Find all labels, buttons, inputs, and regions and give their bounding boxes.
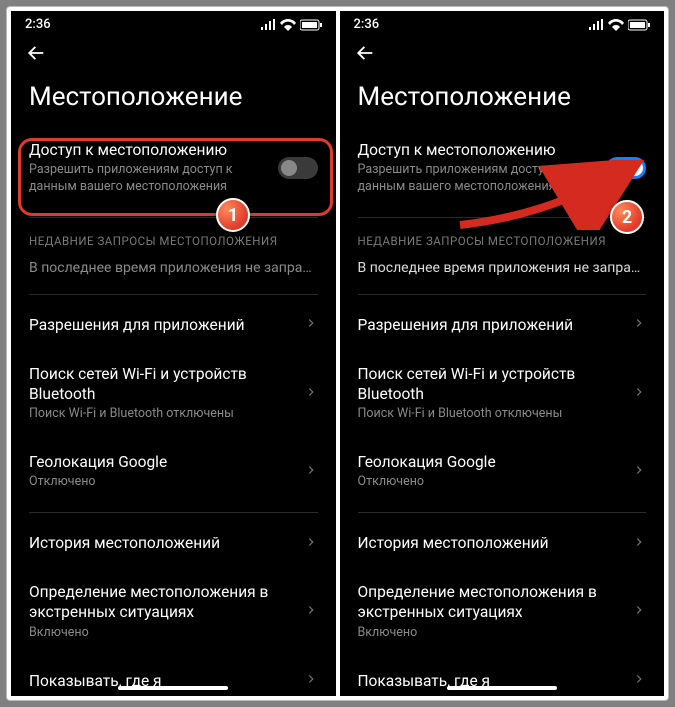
page-title: Местоположение (11, 74, 336, 126)
divider (29, 294, 318, 295)
status-icons (260, 19, 322, 31)
chevron-right-icon (632, 315, 646, 334)
location-access-title: Доступ к местоположению (358, 140, 597, 160)
row-google-loc[interactable]: Геолокация Google Отключено (29, 438, 318, 506)
row-emergency[interactable]: Определение местоположения в экстренных … (29, 568, 318, 656)
row-history[interactable]: История местоположений (29, 519, 318, 568)
row-google-loc[interactable]: Геолокация Google Отключено (358, 438, 647, 506)
status-time: 2:36 (354, 17, 380, 32)
recent-empty: В последнее время приложения не запраш.. (29, 254, 318, 288)
location-access-title: Доступ к местоположению (29, 140, 268, 160)
home-indicator[interactable] (118, 686, 228, 690)
status-bar: 2:36 (11, 11, 336, 34)
back-icon[interactable] (354, 42, 376, 68)
header (11, 34, 336, 74)
row-show-where[interactable]: Показывать, где я (358, 657, 647, 697)
phone-left: 2:36 Местоположение Доступ к местоположе… (11, 11, 336, 696)
chevron-right-icon (632, 602, 646, 621)
row-wifi-bt[interactable]: Поиск сетей Wi-Fi и устройств Bluetooth … (29, 350, 318, 438)
row-location-access[interactable]: Доступ к местоположению Разрешить прилож… (29, 126, 318, 211)
status-icons (588, 19, 650, 31)
divider (358, 294, 647, 295)
back-icon[interactable] (25, 42, 47, 68)
recent-empty: В последнее время приложения не запраш.. (358, 254, 647, 288)
location-access-subtitle: Разрешить приложениям доступ к данным ва… (29, 162, 268, 196)
recent-label: НЕДАВНИЕ ЗАПРОСЫ МЕСТОПОЛОЖЕНИЯ (29, 224, 318, 254)
divider (358, 512, 647, 513)
row-history[interactable]: История местоположений (358, 519, 647, 568)
status-bar: 2:36 (340, 11, 665, 34)
divider (29, 217, 318, 218)
chevron-right-icon (304, 462, 318, 481)
location-toggle-on[interactable] (606, 157, 646, 179)
header (340, 34, 665, 74)
divider (358, 217, 647, 218)
home-indicator[interactable] (447, 686, 557, 690)
row-location-access[interactable]: Доступ к местоположению Разрешить прилож… (358, 126, 647, 211)
row-emergency[interactable]: Определение местоположения в экстренных … (358, 568, 647, 656)
row-show-where[interactable]: Показывать, где я (29, 657, 318, 697)
page-title: Местоположение (340, 74, 665, 126)
chevron-right-icon (304, 384, 318, 403)
row-permissions[interactable]: Разрешения для приложений (29, 301, 318, 350)
chevron-right-icon (632, 462, 646, 481)
chevron-right-icon (632, 534, 646, 553)
chevron-right-icon (304, 671, 318, 690)
phone-right: 2:36 Местоположение Доступ к местоположе… (340, 11, 665, 696)
chevron-right-icon (304, 315, 318, 334)
row-permissions[interactable]: Разрешения для приложений (358, 301, 647, 350)
recent-label: НЕДАВНИЕ ЗАПРОСЫ МЕСТОПОЛОЖЕНИЯ (358, 224, 647, 254)
chevron-right-icon (304, 602, 318, 621)
chevron-right-icon (304, 534, 318, 553)
status-time: 2:36 (25, 17, 51, 32)
chevron-right-icon (632, 671, 646, 690)
chevron-right-icon (632, 384, 646, 403)
location-toggle-off[interactable] (278, 157, 318, 179)
location-access-subtitle: Разрешить приложениям доступ к данным ва… (358, 162, 597, 196)
divider (29, 512, 318, 513)
row-wifi-bt[interactable]: Поиск сетей Wi-Fi и устройств Bluetooth … (358, 350, 647, 438)
